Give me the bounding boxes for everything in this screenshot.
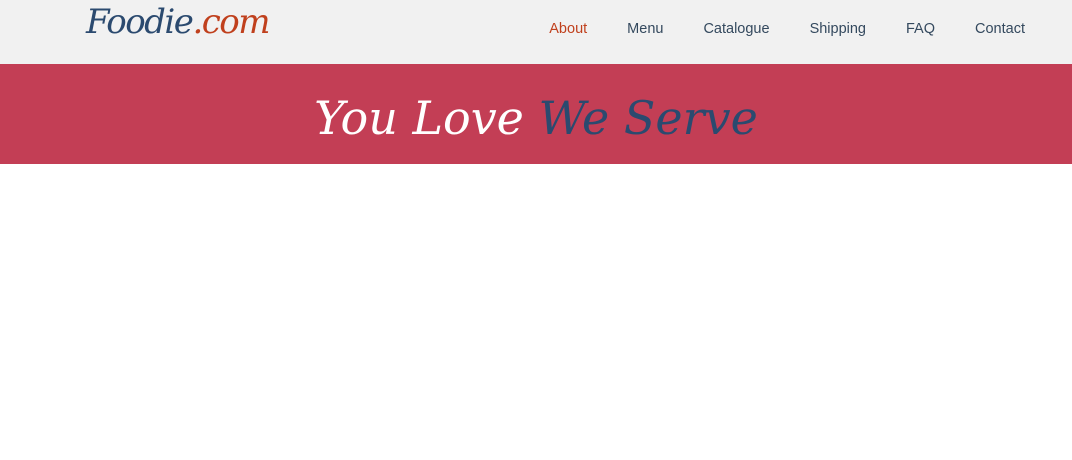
- main-content: [0, 164, 1072, 460]
- nav-link-catalogue[interactable]: Catalogue: [703, 18, 769, 40]
- hero-banner: You Love We Serve: [0, 64, 1072, 164]
- nav-link-contact[interactable]: Contact: [975, 18, 1025, 40]
- tagline-we-serve: We Serve: [538, 91, 758, 145]
- logo-domain: .com: [192, 2, 270, 42]
- main-nav: About Menu Catalogue Shipping FAQ Contac…: [549, 18, 1025, 40]
- banner-tagline: You Love We Serve: [0, 88, 1072, 148]
- tagline-you-love: You Love: [314, 91, 524, 145]
- logo-name: Foodie: [86, 2, 194, 42]
- nav-link-faq[interactable]: FAQ: [906, 18, 935, 40]
- nav-link-about[interactable]: About: [549, 18, 587, 40]
- nav-link-shipping[interactable]: Shipping: [810, 18, 866, 40]
- site-logo[interactable]: Foodie.com: [86, 0, 270, 44]
- site-header: Foodie.com About Menu Catalogue Shipping…: [0, 0, 1072, 64]
- nav-link-menu[interactable]: Menu: [627, 18, 663, 40]
